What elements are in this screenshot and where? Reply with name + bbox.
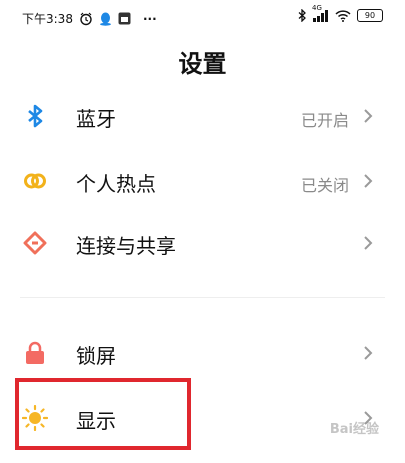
section-divider [20, 297, 385, 298]
status-bar-left: 下午3:38 ··· [22, 10, 157, 27]
settings-item-label: 连接与共享 [76, 234, 176, 258]
settings-item-status: 已开启 [300, 111, 349, 130]
settings-item-bluetooth[interactable]: 蓝牙 已开启 [0, 91, 405, 141]
bluetooth-icon [22, 103, 48, 129]
wifi-icon [335, 9, 351, 22]
settings-item-hotspot[interactable]: 个人热点 已关闭 [0, 156, 405, 206]
connection-icon [22, 230, 48, 256]
bluetooth-icon [298, 9, 307, 22]
watermark: Bai经验 [329, 422, 379, 437]
settings-item-connection-sharing[interactable]: 连接与共享 [0, 218, 405, 268]
alarm-icon [79, 12, 93, 26]
lock-icon [22, 340, 48, 366]
page-title: 设置 [178, 50, 227, 78]
status-bar: 下午3:38 ··· 4G 90 [0, 0, 405, 36]
settings-item-label: 锁屏 [76, 344, 116, 368]
settings-item-label: 蓝牙 [76, 107, 116, 131]
battery-icon: 90 [357, 9, 383, 22]
qq-icon [99, 12, 112, 26]
chevron-right-icon [363, 235, 373, 251]
settings-item-status: 已关闭 [300, 176, 349, 195]
status-bar-right: 4G 90 [298, 4, 383, 22]
settings-item-label: 个人热点 [76, 172, 156, 196]
app-icon [118, 12, 131, 25]
highlight-box [15, 378, 191, 450]
chevron-right-icon [363, 345, 373, 361]
status-time: 下午3:38 [22, 12, 73, 26]
chevron-right-icon [363, 108, 373, 124]
hotspot-icon [22, 168, 48, 194]
signal-icon: 4G [312, 4, 329, 22]
status-more: ··· [142, 11, 157, 26]
battery-level: 90 [364, 10, 376, 20]
network-type: 4G [312, 3, 322, 12]
settings-item-lock-screen[interactable]: 锁屏 [0, 328, 405, 378]
chevron-right-icon [363, 173, 373, 189]
